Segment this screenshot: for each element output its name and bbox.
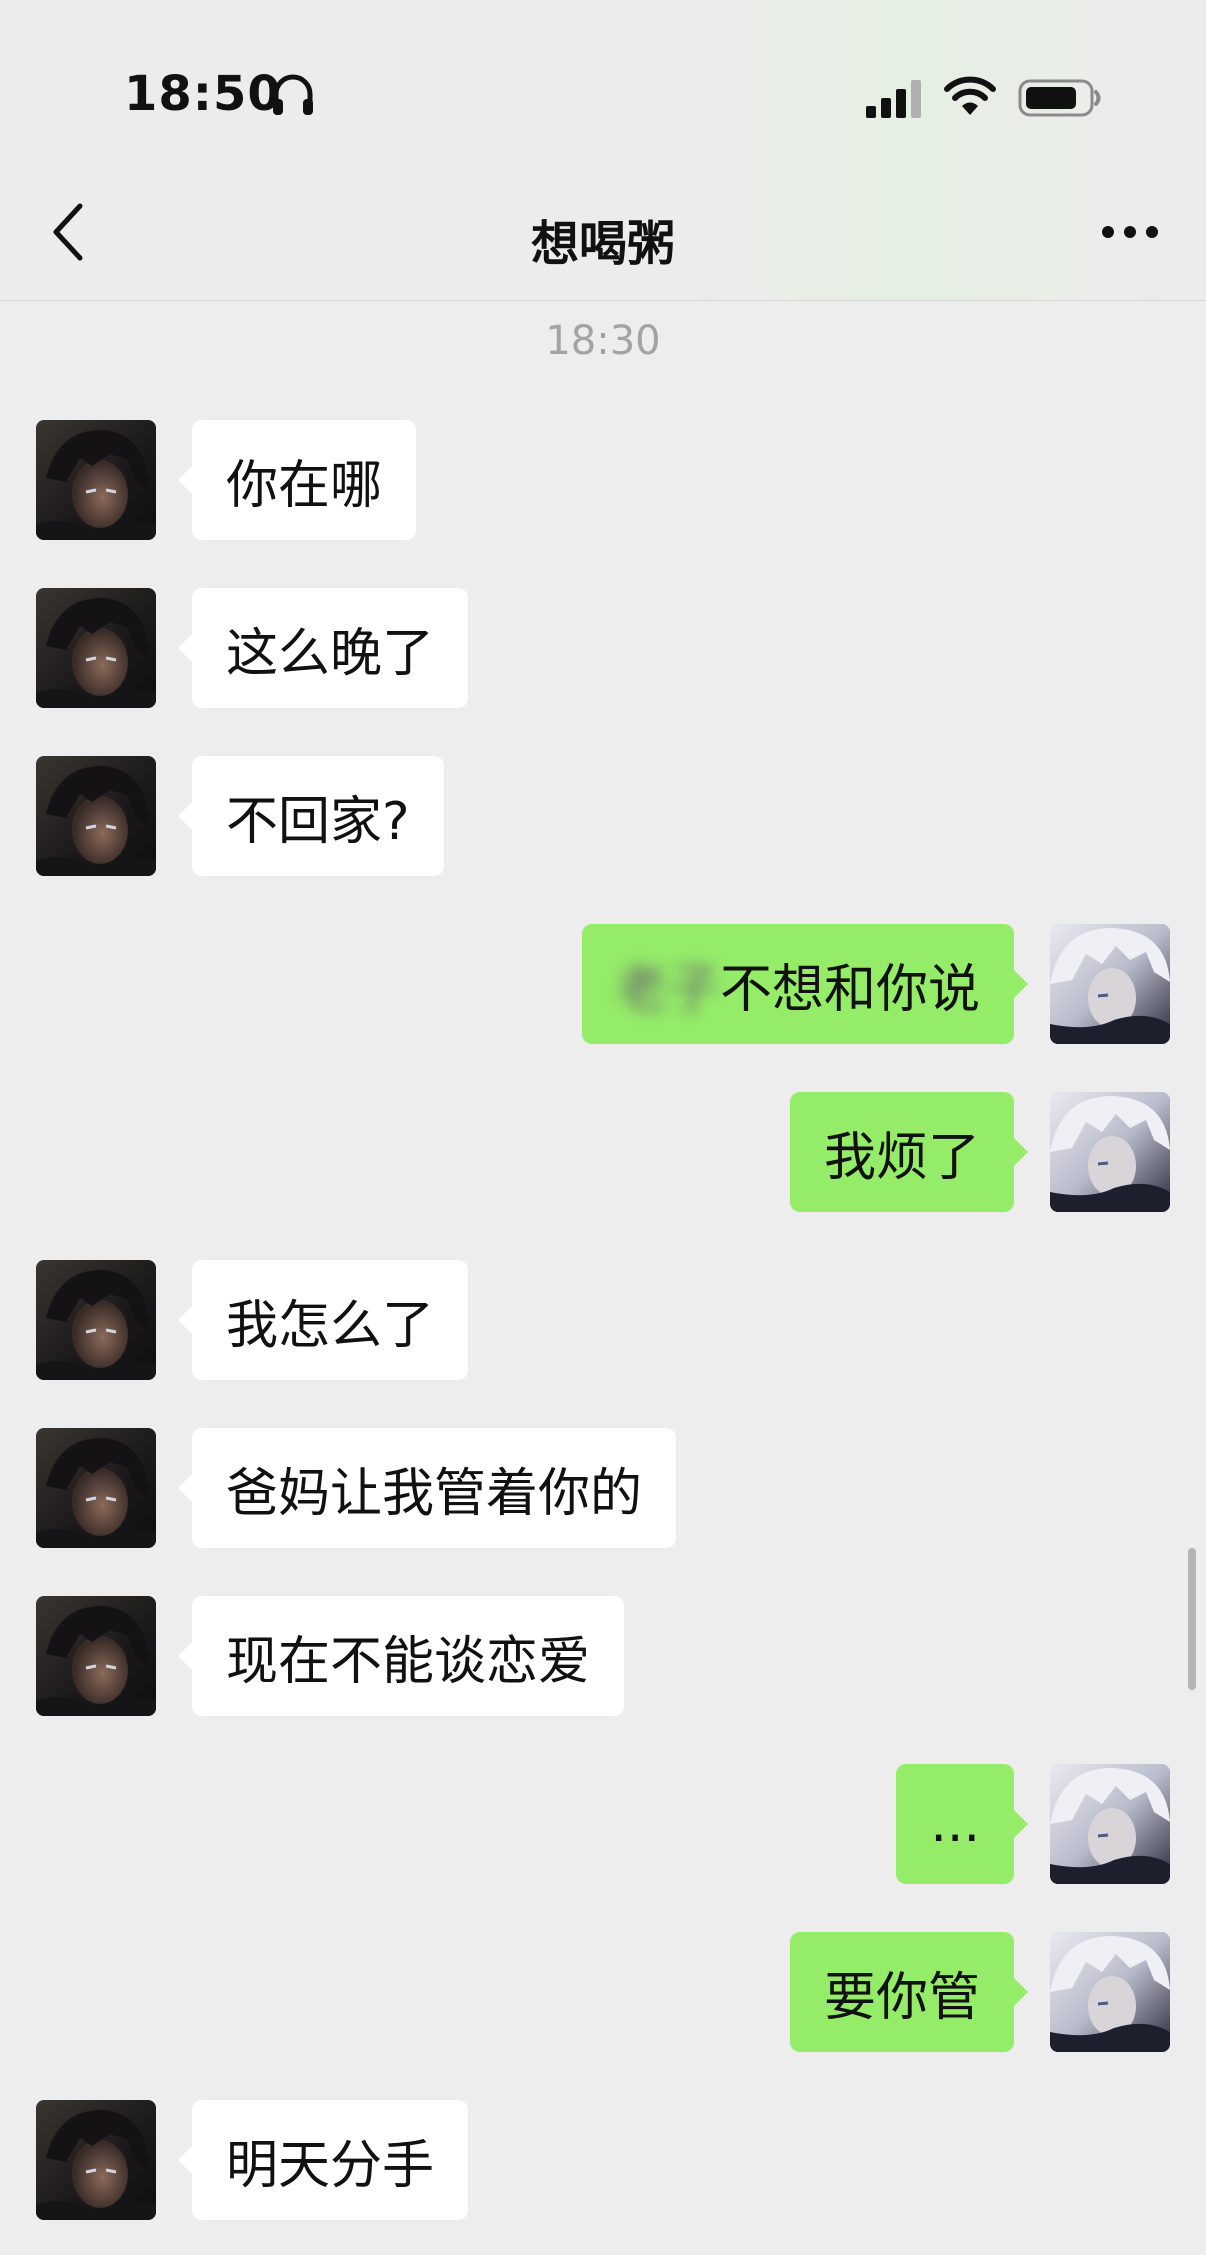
message-bubble[interactable]: 不回家? [178,756,444,876]
message-bubble[interactable]: 你在哪 [177,420,417,540]
message-row: 我怎么了 [0,1260,1206,1380]
message-row: 老子 不想和你说 [0,924,1206,1044]
contact-avatar[interactable] [36,588,156,708]
wifi-icon [944,76,996,115]
message-bubble[interactable]: 要你管 [789,1932,1029,2052]
message-bubble[interactable]: 老子 不想和你说 [581,924,1029,1044]
message-bubble[interactable]: 这么晚了 [177,588,469,708]
message-row: 不回家? [0,756,1206,876]
message-bubble[interactable]: 明天分手 [177,2100,469,2220]
message-bubble[interactable]: 现在不能谈恋爱 [177,1596,625,1716]
chat-title: 想喝粥 [530,216,675,272]
blurred-text: 老子 [615,959,720,1020]
signal-icon [866,80,921,118]
message-timestamp: 18:30 [545,318,661,364]
message-row: 我烦了 [0,1092,1206,1212]
self-avatar[interactable] [1050,924,1170,1044]
message-row: 明天分手 [0,2100,1206,2220]
message-text: 不想和你说 [719,959,980,1020]
contact-avatar[interactable] [36,2100,156,2220]
battery-icon [1018,79,1101,117]
message-row: 现在不能谈恋爱 [0,1596,1206,1716]
more-icon[interactable] [1100,222,1160,242]
self-avatar[interactable] [1050,1764,1170,1884]
top-bar: 18:50 想喝粥 [0,0,1206,301]
self-avatar[interactable] [1050,1092,1170,1212]
message-bubble[interactable]: ... [896,1764,1028,1884]
self-avatar[interactable] [1050,1932,1170,2052]
contact-avatar[interactable] [36,1260,156,1380]
message-row: 你在哪 [0,420,1206,540]
message-bubble[interactable]: 我烦了 [789,1092,1029,1212]
message-bubble[interactable]: 爸妈让我管着你的 [177,1428,677,1548]
contact-avatar[interactable] [36,1596,156,1716]
message-row: 这么晚了 [0,588,1206,708]
headphones-icon [273,74,313,115]
message-row: 爸妈让我管着你的 [0,1428,1206,1548]
message-row: ... [0,1764,1206,1884]
status-time: 18:50 [124,66,282,122]
contact-avatar[interactable] [36,1428,156,1548]
message-row: 要你管 [0,1932,1206,2052]
message-bubble[interactable]: 我怎么了 [177,1260,469,1380]
contact-avatar[interactable] [36,420,156,540]
contact-avatar[interactable] [36,756,156,876]
scrollbar[interactable] [1188,1548,1196,1690]
